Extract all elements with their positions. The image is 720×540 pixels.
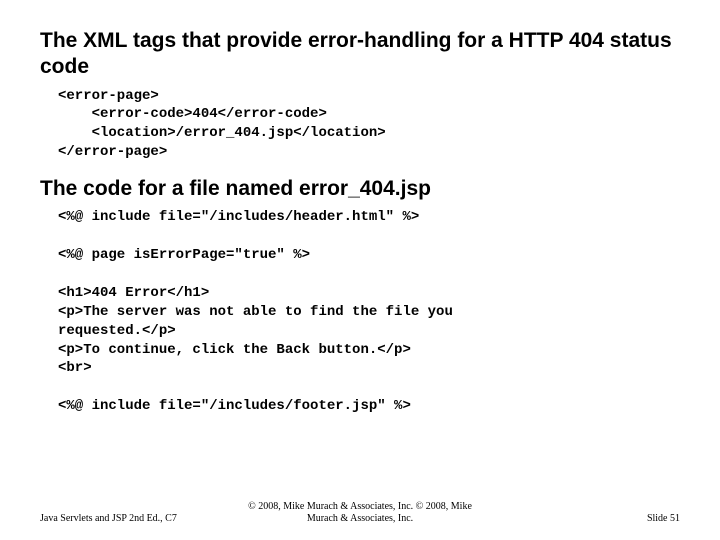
footer-copyright-line1: © 2008, Mike Murach & Associates, Inc. ©… <box>248 501 472 512</box>
heading-jsp-file: The code for a file named error_404.jsp <box>40 176 680 202</box>
code-error404-jsp: <%@ include file="/includes/header.html"… <box>58 208 680 416</box>
code-xml-error-page: <error-page> <error-code>404</error-code… <box>58 87 680 163</box>
footer-copyright: © 2008, Mike Murach & Associates, Inc. ©… <box>0 501 720 524</box>
heading-xml-tags: The XML tags that provide error-handling… <box>40 28 680 81</box>
footer-copyright-line2: Murach & Associates, Inc. <box>307 513 413 524</box>
footer-slide-number: Slide 51 <box>647 513 680 524</box>
slide-content: The XML tags that provide error-handling… <box>0 0 720 416</box>
